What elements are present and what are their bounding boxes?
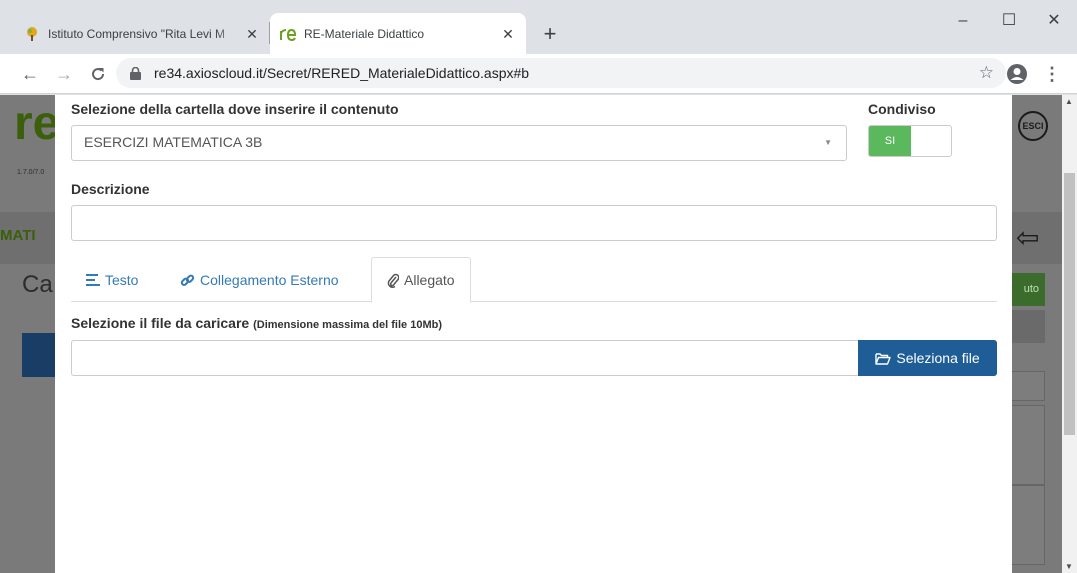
scrollbar-thumb[interactable] xyxy=(1064,173,1075,435)
esci-logout-icon: ESCI xyxy=(1018,111,1048,141)
scroll-up-icon[interactable]: ▲ xyxy=(1065,97,1073,106)
back-arrow-outline-icon: ⇦ xyxy=(1016,222,1040,253)
upload-modal: Selezione della cartella dove inserire i… xyxy=(55,95,1012,573)
folder-select[interactable]: ESERCIZI MATEMATICA 3B ▼ xyxy=(71,125,847,161)
url-text: re34.axioscloud.it/Secret/RERED_Material… xyxy=(154,65,530,81)
folder-open-icon xyxy=(875,352,892,365)
paperclip-icon xyxy=(387,273,399,288)
tab-label: Testo xyxy=(105,272,139,288)
new-tab-button[interactable]: + xyxy=(536,20,564,48)
tree-favicon-icon xyxy=(24,26,40,42)
description-input[interactable] xyxy=(71,205,997,241)
browser-toolbar: ← → re34.axioscloud.it/Secret/RERED_Mate… xyxy=(0,54,1077,94)
section-label: MATI xyxy=(0,227,36,244)
close-tab-icon[interactable]: ✕ xyxy=(500,26,516,42)
tab-testo[interactable]: Testo xyxy=(71,257,153,303)
more-menu-icon[interactable]: ⋮ xyxy=(1042,60,1062,88)
version-text: 1.7.0/7.0 xyxy=(17,169,45,176)
shared-toggle-on: SI xyxy=(869,126,911,156)
tab-collegamento-esterno[interactable]: Collegamento Esterno xyxy=(165,257,354,303)
file-path-input[interactable] xyxy=(71,340,859,376)
re-logo: re xyxy=(14,97,60,150)
select-file-button[interactable]: Seleziona file xyxy=(858,340,997,376)
file-label: Selezione il file da caricare (Dimension… xyxy=(71,315,442,331)
browser-tabstrip: Istituto Comprensivo "Rita Levi M ✕ RE-M… xyxy=(0,0,1077,54)
scroll-down-icon[interactable]: ▼ xyxy=(1065,562,1073,571)
shared-label: Condiviso xyxy=(868,101,936,117)
bookmark-star-icon[interactable]: ☆ xyxy=(979,63,994,83)
select-file-label: Seleziona file xyxy=(896,350,980,366)
shared-toggle[interactable]: SI xyxy=(868,125,952,157)
file-size-hint: (Dimensione massima del file 10Mb) xyxy=(253,319,442,331)
dropdown-caret-icon: ▼ xyxy=(824,138,832,147)
maximize-button[interactable]: ☐ xyxy=(986,6,1032,36)
page-scrollbar[interactable]: ▲ ▼ xyxy=(1062,95,1077,573)
page-heading: Ca xyxy=(22,271,53,298)
folder-select-value: ESERCIZI MATEMATICA 3B xyxy=(84,134,263,150)
content-type-tabs: Testo Collegamento Esterno Allegato xyxy=(71,257,997,303)
tab-allegato[interactable]: Allegato xyxy=(371,257,471,303)
address-bar[interactable]: re34.axioscloud.it/Secret/RERED_Material… xyxy=(116,58,1006,88)
tab-title: RE-Materiale Didattico xyxy=(304,26,425,41)
profile-avatar-icon[interactable] xyxy=(1006,63,1028,85)
folder-label: Selezione della cartella dove inserire i… xyxy=(71,101,399,117)
lock-icon xyxy=(130,66,144,80)
close-tab-icon[interactable]: ✕ xyxy=(244,26,260,42)
minimize-button[interactable]: – xyxy=(940,6,986,36)
tab-title: Istituto Comprensivo "Rita Levi M xyxy=(48,26,225,41)
file-label-text: Selezione il file da caricare xyxy=(71,315,250,331)
back-arrow-icon[interactable]: ← xyxy=(16,60,44,88)
reload-icon[interactable] xyxy=(84,60,112,88)
align-left-icon xyxy=(86,274,100,286)
tab-label: Collegamento Esterno xyxy=(200,272,339,288)
description-label: Descrizione xyxy=(71,181,150,197)
browser-tab-materiale[interactable]: RE-Materiale Didattico ✕ xyxy=(270,13,526,54)
link-icon xyxy=(180,273,195,288)
close-window-button[interactable]: ✕ xyxy=(1031,6,1077,36)
forward-arrow-icon[interactable]: → xyxy=(50,60,78,88)
re-favicon-icon xyxy=(280,26,296,42)
tab-label: Allegato xyxy=(404,272,455,288)
browser-tab-istituto[interactable]: Istituto Comprensivo "Rita Levi M ✕ xyxy=(14,13,270,54)
